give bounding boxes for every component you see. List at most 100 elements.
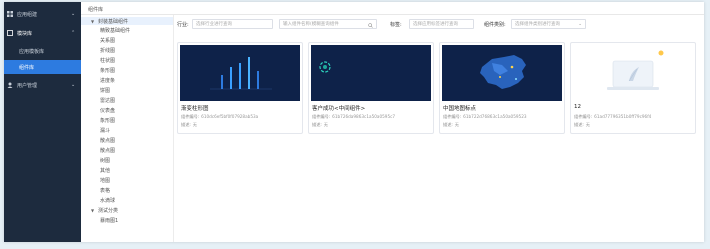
tree-item[interactable]: 水滴球 (81, 196, 173, 204)
tree-item[interactable]: 散点图 (81, 146, 173, 154)
nav-item-app-template-lib[interactable]: 应用模板库 (4, 44, 81, 58)
nav-item-user-mgmt[interactable]: 用户管理 ⌄ (4, 78, 81, 92)
tree-group-test[interactable]: ▼ 测试分类 (81, 206, 173, 214)
code-label: 组件编号: (574, 114, 593, 119)
card-desc: 描述: 无 (312, 122, 328, 128)
nav-item-module-lib[interactable]: 模块库 ⌃ (4, 26, 81, 40)
nav-item-label: 应用组建 (17, 11, 38, 18)
thumbnail-china-map (442, 45, 562, 101)
user-icon (7, 82, 13, 88)
type-label: 组件类别: (484, 22, 506, 28)
tree-item[interactable]: 暴雨图1 (81, 216, 173, 224)
component-card[interactable]: 12 组件编号: 61ad77796351b0ff79c96f4 描述: 无 (570, 42, 696, 134)
code-label: 组件编号: (312, 114, 331, 119)
tree-item[interactable]: 树图 (81, 156, 173, 164)
card-code: 组件编号: 61b722d76863c1a50a059523 (443, 114, 527, 120)
nav-item-label: 模块库 (17, 30, 33, 37)
tree-item[interactable]: 折线图 (81, 46, 173, 54)
thumbnail-bar-chart (180, 45, 300, 101)
desc-value: 无 (454, 122, 459, 127)
caret-down-icon: ▼ (91, 18, 95, 24)
tree-item[interactable]: 关系图 (81, 36, 173, 44)
nav-item-label: 用户管理 (17, 82, 38, 89)
tags-select[interactable]: 选择应用标签进行查询 (409, 19, 474, 29)
tree-item[interactable]: 其他 (81, 166, 173, 174)
tree-item[interactable]: 表格 (81, 186, 173, 194)
search-placeholder: 输入组件名称(模糊查询组件 (283, 22, 339, 27)
code-value: 61ad77796351b0ff79c96f4 (594, 114, 652, 119)
tree-item[interactable]: 仪表盘 (81, 106, 173, 114)
tree-item-label: 其他 (100, 167, 111, 174)
tree-item-label: 散点图 (100, 137, 116, 144)
tree-item[interactable]: 精致基础组件 (81, 26, 173, 34)
desc-value: 无 (585, 122, 590, 127)
tree-item[interactable]: 地图 (81, 176, 173, 184)
card-code: 组件编号: 61b726da9863c1a50a0595c7 (312, 114, 395, 120)
tree-item[interactable]: 饼图 (81, 86, 173, 94)
app-window: 应用组建 ⌄ 模块库 ⌃ 应用模板库 组件库 用户管理 ⌄ 组件库 ▼ 封装基础… (4, 2, 704, 242)
card-desc: 描述: 无 (574, 122, 590, 128)
cube-icon (7, 30, 13, 36)
card-code: 组件编号: 610dc6ef5bf0f07928ab53a (181, 114, 258, 120)
desc-label: 描述: (181, 122, 191, 127)
desc-label: 描述: (443, 122, 453, 127)
desc-label: 描述: (574, 122, 584, 127)
tree-item-label: 条形图 (100, 67, 116, 74)
nav-item-component-lib[interactable]: 组件库 (4, 60, 81, 74)
tree-item-label: 折线图 (100, 47, 116, 54)
tree-item[interactable]: 象形图 (81, 116, 173, 124)
tree-item[interactable]: 散点图 (81, 136, 173, 144)
chevron-down-icon: ⌄ (71, 82, 76, 88)
nav-item-app-build[interactable]: 应用组建 ⌄ (4, 7, 81, 21)
tree-item-label: 饼图 (100, 87, 111, 94)
desc-value: 无 (323, 122, 328, 127)
side-nav: 应用组建 ⌄ 模块库 ⌃ 应用模板库 组件库 用户管理 ⌄ (4, 2, 81, 242)
card-desc: 描述: 无 (181, 122, 197, 128)
type-select[interactable]: 选择组件类别进行查询 ⌄ (511, 19, 586, 29)
tree-item-label: 水滴球 (100, 197, 116, 204)
tree-item[interactable]: 进度条 (81, 76, 173, 84)
desc-value: 无 (192, 122, 197, 127)
type-placeholder: 选择组件类别进行查询 (515, 22, 560, 27)
component-card[interactable]: 客户成功<中间组件> 组件编号: 61b726da9863c1a50a0595c7… (308, 42, 434, 134)
divider (81, 14, 704, 15)
desc-label: 描述: (312, 122, 322, 127)
tree-item-label: 漏斗 (100, 127, 111, 134)
tree-item-label: 仪表盘 (100, 107, 116, 114)
search-input[interactable]: 输入组件名称(模糊查询组件 (279, 19, 377, 29)
tree-item[interactable]: 漏斗 (81, 126, 173, 134)
breadcrumb: 组件库 (88, 7, 104, 13)
search-icon[interactable] (368, 20, 373, 28)
nav-item-label: 应用模板库 (19, 48, 45, 55)
tree-item-label: 表格 (100, 187, 111, 194)
category-tree: ▼ 封装基础组件 精致基础组件 关系图 折线图 柱状图 条形图 进度条 饼图 雷… (81, 15, 174, 242)
tree-item-label: 封装基础组件 (98, 18, 129, 25)
tree-item-label: 象形图 (100, 117, 116, 124)
card-title: 中国地图标点 (443, 106, 477, 112)
thumbnail-empty-illustration (573, 45, 693, 101)
code-label: 组件编号: (443, 114, 462, 119)
tree-item-label: 暴雨图1 (100, 217, 119, 224)
tree-item-label: 柱状图 (100, 57, 116, 64)
tree-item[interactable]: 条形图 (81, 66, 173, 74)
caret-down-icon: ▼ (91, 207, 95, 213)
tree-item-label: 精致基础组件 (100, 27, 131, 34)
tree-item-label: 关系图 (100, 37, 116, 44)
tree-item[interactable]: 柱状图 (81, 56, 173, 64)
tree-item-label: 树图 (100, 157, 111, 164)
filter-bar: 行业: 选择行业进行查询 输入组件名称(模糊查询组件 标签: 选择应用标签进行查… (177, 19, 697, 31)
code-value: 61b726da9863c1a50a0595c7 (332, 114, 396, 119)
component-card[interactable]: 中国地图标点 组件编号: 61b722d76863c1a50a059523 描述:… (439, 42, 565, 134)
chevron-up-icon: ⌃ (71, 30, 76, 36)
tree-item-label: 进度条 (100, 77, 116, 84)
card-title: 客户成功<中间组件> (312, 106, 366, 112)
industry-select[interactable]: 选择行业进行查询 (192, 19, 273, 29)
card-title: 12 (574, 104, 581, 110)
component-card[interactable]: 渐变柱形图 组件编号: 610dc6ef5bf0f07928ab53a 描述: 无 (177, 42, 303, 134)
tree-item[interactable]: 雷达图 (81, 96, 173, 104)
tree-group-basic[interactable]: ▼ 封装基础组件 (81, 17, 173, 25)
grid-icon (7, 11, 13, 17)
thumbnail-ring (311, 45, 431, 101)
industry-placeholder: 选择行业进行查询 (196, 22, 232, 27)
tree-item-label: 地图 (100, 177, 111, 184)
